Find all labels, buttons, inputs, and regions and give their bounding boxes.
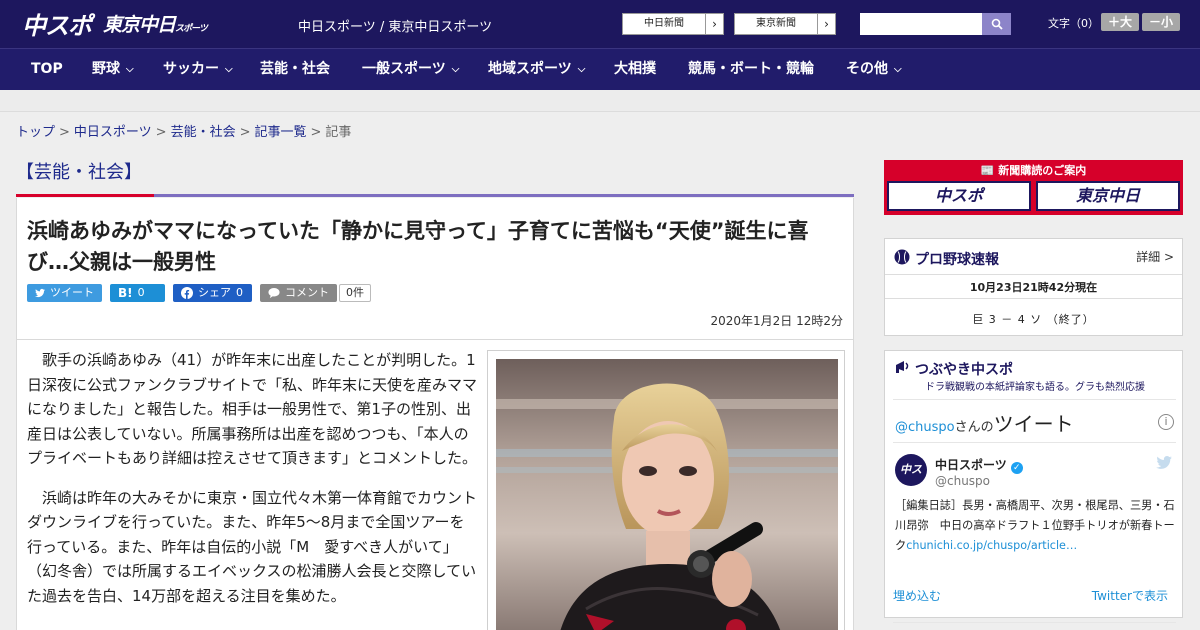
twitter-widget: つぶやき中スポ ドラ戦観戦の本紙評論家も語る。グラも熱烈応援 @chuspoさん… [884, 350, 1183, 623]
baseball-widget-title: プロ野球速報 [915, 252, 999, 268]
chevron-down-icon: ⌵ [894, 64, 902, 75]
view-on-twitter-link[interactable]: Twitterで表示 [1092, 587, 1168, 604]
hatena-icon: B! [118, 286, 133, 300]
article-photo[interactable] [496, 359, 838, 630]
nav-entertainment[interactable]: 芸能・社会 [260, 49, 330, 91]
breadcrumb-top[interactable]: トップ [16, 125, 55, 140]
article-photo-frame [487, 350, 845, 630]
nav-general-sports[interactable]: 一般スポーツ ⌵ [362, 49, 459, 91]
font-size-label: 文字（0） [1048, 17, 1099, 30]
search-button[interactable] [982, 13, 1011, 35]
site-links[interactable]: 中日スポーツ / 東京中日スポーツ [298, 16, 492, 35]
chevron-down-icon: ⌵ [225, 64, 233, 75]
tweet-button[interactable]: ツイート [27, 284, 102, 302]
category-divider-accent [16, 194, 154, 197]
nav-regional-sports[interactable]: 地域スポーツ ⌵ [488, 49, 585, 91]
subscription-banner[interactable]: 📰 新聞購読のご案内 中スポ 東京中日 [884, 160, 1183, 215]
article-paragraph: 歌手の浜崎あゆみ（41）が昨年末に出産したことが判明した。1日深夜に公式ファンク… [27, 351, 478, 467]
twitter-bird-icon[interactable] [1156, 456, 1172, 473]
megaphone-icon [896, 361, 909, 373]
logo-chuspo: 中スポ [22, 11, 92, 40]
timeline-user-link[interactable]: @chuspo [895, 420, 955, 435]
site-logo[interactable]: 中スポ 東京中日スポーツ [22, 8, 208, 40]
top-header: 中スポ 東京中日スポーツ 中日スポーツ / 東京中日スポーツ 中日新聞 › 東京… [0, 0, 1200, 48]
subscribe-chuspo-logo[interactable]: 中スポ [887, 181, 1031, 211]
search-input[interactable] [860, 13, 982, 35]
facebook-icon [181, 287, 193, 299]
chevron-down-icon: ⌵ [126, 64, 134, 75]
search-icon [991, 18, 1003, 30]
chunichi-shimbun-link[interactable]: 中日新聞 › [622, 13, 724, 35]
twitter-widget-title: つぶやき中スポ [915, 362, 1013, 378]
embedded-timeline: @chuspoさんのツイート i 中スポ 中日スポーツ ✓ @chuspo ［編集… [893, 399, 1176, 623]
chevron-right-icon: › [705, 14, 723, 34]
avatar[interactable]: 中スポ [895, 454, 927, 508]
nav-sumo[interactable]: 大相撲 [614, 49, 656, 91]
performer-photo-illustration [496, 359, 838, 630]
baseball-details-link[interactable]: 詳細 > [1136, 248, 1174, 265]
article-date: 2020年1月2日 12時2分 [710, 314, 843, 328]
subscription-title: 📰 新聞購読のご案内 [980, 164, 1087, 177]
baseball-icon [894, 249, 910, 265]
nav-racing[interactable]: 競馬・ボート・競輪 [688, 49, 814, 91]
tokyo-shimbun-link[interactable]: 東京新聞 › [734, 13, 836, 35]
article-paragraph: 浜崎は昨年の大みそかに東京・国立代々木第一体育館でカウントダウンライブを行ってい… [27, 488, 478, 605]
chevron-right-icon: › [817, 14, 835, 34]
verified-badge-icon: ✓ [1010, 462, 1023, 474]
nav-baseball[interactable]: 野球 ⌵ [92, 49, 134, 91]
article-body: 歌手の浜崎あゆみ（41）が昨年末に出産したことが判明した。1日深夜に公式ファンク… [16, 340, 854, 630]
chevron-down-icon: ⌵ [577, 64, 586, 75]
embed-link[interactable]: 埋め込む [893, 587, 941, 604]
baseball-game-score[interactable]: 巨 3 － 4 ソ （終了） [885, 311, 1182, 327]
facebook-share-button[interactable]: シェア 0 [173, 284, 252, 302]
article-header: 浜崎あゆみがママになっていた「静かに見守って」子育てに苦悩も“天使”誕生に喜び…… [16, 198, 854, 340]
newspaper-icon: 📰 [980, 164, 995, 177]
breadcrumb: トップ > 中日スポーツ > 芸能・社会 > 記事一覧 > 記事 [16, 125, 352, 140]
info-icon[interactable]: i [1158, 414, 1174, 430]
chevron-down-icon: ⌵ [451, 64, 460, 75]
account-name[interactable]: 中日スポーツ ✓ [935, 456, 1023, 474]
account-handle[interactable]: @chuspo [935, 474, 990, 488]
tweet-text: ［編集日誌］長男・高橋周平、次男・根尾昂、三男・石川昂弥 中日の高卒ドラフト１位… [895, 499, 1175, 552]
twitter-icon [35, 288, 45, 298]
subscribe-tokyo-chunichi-logo[interactable]: 東京中日 [1036, 181, 1180, 211]
speech-bubble-icon [268, 288, 280, 299]
nav-top[interactable]: TOP [31, 49, 63, 91]
baseball-update-time: 10月23日21時42分現在 [969, 281, 1098, 294]
breadcrumb-current: 記事 [325, 125, 352, 140]
nav-soccer[interactable]: サッカー ⌵ [163, 49, 233, 91]
comment-button[interactable]: コメント [260, 284, 337, 302]
main-nav: TOP 野球 ⌵ サッカー ⌵ 芸能・社会 一般スポーツ ⌵ 地域スポーツ ⌵ 大相撲 … [0, 48, 1200, 90]
hatena-bookmark-button[interactable]: B! 0 [110, 284, 165, 302]
category-title: 【芸能・社会】 [16, 162, 142, 183]
baseball-scores-widget: プロ野球速報 詳細 > 10月23日21時42分現在 巨 3 － 4 ソ （終了… [884, 238, 1183, 336]
breadcrumb-article-list[interactable]: 記事一覧 [255, 125, 307, 140]
share-buttons: ツイート B! 0 シェア 0 コメント 0件 [27, 284, 371, 302]
logo-tokyo-chunichi: 東京中日スポーツ [103, 13, 208, 36]
article-headline: 浜崎あゆみがママになっていた「静かに見守って」子育てに苦悩も“天使”誕生に喜び…… [27, 219, 809, 274]
font-larger-button[interactable]: ＋大 [1101, 13, 1139, 31]
tweet-link[interactable]: chunichi.co.jp/chuspo/article… [906, 539, 1077, 552]
font-smaller-button[interactable]: －小 [1142, 13, 1180, 31]
gray-strip [0, 90, 1200, 112]
timeline-header: @chuspoさんのツイート [895, 412, 1074, 436]
twitter-widget-subtitle: ドラ戦観戦の本紙評論家も語る。グラも熱烈応援 [925, 382, 1145, 393]
breadcrumb-entertainment[interactable]: 芸能・社会 [171, 125, 236, 140]
article-text: 歌手の浜崎あゆみ（41）が昨年末に出産したことが判明した。1日深夜に公式ファンク… [27, 348, 479, 623]
comment-count[interactable]: 0件 [339, 284, 371, 302]
nav-other[interactable]: その他 ⌵ [846, 49, 902, 91]
breadcrumb-chunichi-sports[interactable]: 中日スポーツ [74, 125, 152, 140]
baseball-widget-header: プロ野球速報 詳細 > [885, 239, 1182, 275]
